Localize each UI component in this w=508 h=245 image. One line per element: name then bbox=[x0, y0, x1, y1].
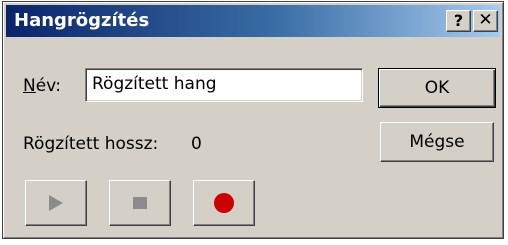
record-button[interactable] bbox=[193, 180, 255, 226]
stop-button[interactable] bbox=[109, 180, 171, 226]
play-icon bbox=[49, 195, 63, 211]
cancel-button[interactable]: Mégse bbox=[380, 122, 494, 162]
name-label: Név: bbox=[23, 75, 61, 97]
name-label-rest: év: bbox=[35, 76, 62, 96]
help-button[interactable]: ? bbox=[446, 10, 471, 32]
title-bar[interactable]: Hangrögzítés ? ✕ bbox=[6, 5, 500, 37]
recorded-length-value: 0 bbox=[191, 134, 202, 154]
recorded-length-label: Rögzített hossz: bbox=[23, 134, 159, 154]
stop-icon bbox=[133, 197, 147, 209]
ok-button[interactable]: OK bbox=[378, 68, 496, 108]
name-label-accelerator: N bbox=[23, 76, 36, 96]
play-button[interactable] bbox=[25, 180, 87, 226]
record-sound-dialog: Hangrögzítés ? ✕ Név: Rögzített hang OK … bbox=[2, 1, 504, 239]
name-input[interactable]: Rögzített hang bbox=[85, 68, 363, 102]
close-button[interactable]: ✕ bbox=[473, 10, 498, 32]
dialog-title: Hangrögzítés bbox=[14, 10, 150, 31]
record-icon bbox=[214, 193, 234, 213]
